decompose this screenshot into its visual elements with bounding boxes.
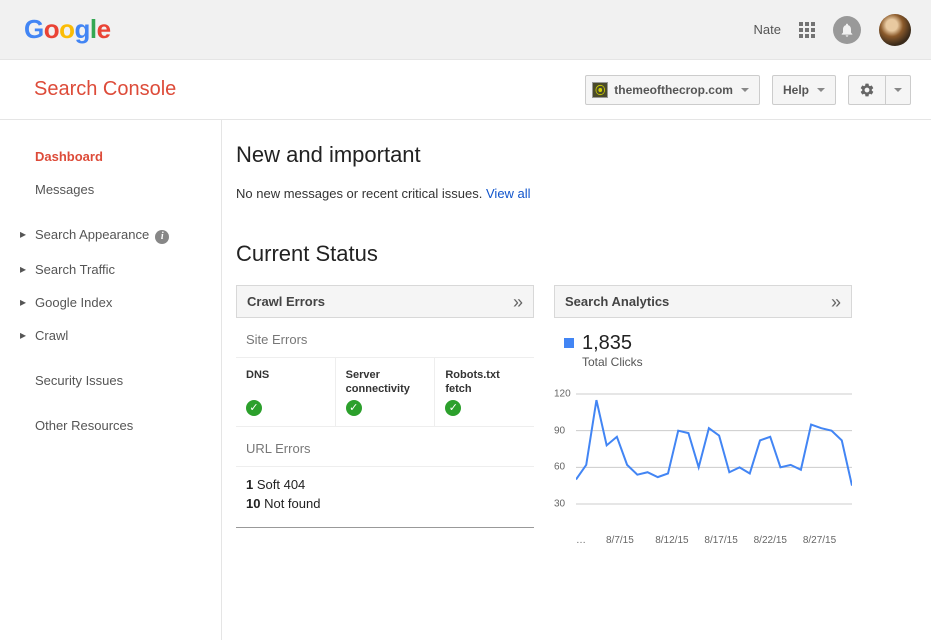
property-label: themeofthecrop.com <box>614 83 733 97</box>
gear-icon <box>859 82 875 98</box>
chart-x-tick: 8/22/15 <box>754 535 803 546</box>
crawl-errors-panel: Crawl Errors » Site Errors DNS ✓ Server … <box>236 285 534 546</box>
sidebar-item-label: Messages <box>35 182 94 197</box>
view-all-link[interactable]: View all <box>486 186 531 201</box>
sidebar-item-label: Other Resources <box>35 418 133 433</box>
settings-button[interactable] <box>848 75 885 105</box>
series-color-swatch <box>564 338 574 348</box>
success-icon: ✓ <box>445 400 461 416</box>
sidebar-item-search-appearance[interactable]: Search Appearance i <box>20 218 221 253</box>
info-icon[interactable]: i <box>155 230 169 244</box>
chart-x-tick: 8/27/15 <box>803 535 852 546</box>
google-header: Google Nate <box>0 0 931 60</box>
site-errors-row: DNS ✓ Server connectivity ✓ Robots.txt f… <box>236 358 534 427</box>
panel-title: Crawl Errors <box>247 294 325 309</box>
url-error-row[interactable]: 10 Not found <box>246 494 524 513</box>
sidebar-item-label: Crawl <box>35 328 68 343</box>
no-messages-text: No new messages or recent critical issue… <box>236 186 482 201</box>
product-header: Search Console ⦿ themeofthecrop.com Help <box>0 60 931 120</box>
sidebar-item-dashboard[interactable]: Dashboard <box>20 140 221 173</box>
current-status-heading: Current Status <box>236 241 901 267</box>
chevron-down-icon <box>894 88 902 92</box>
chart-y-tick: 90 <box>554 425 565 436</box>
panel-title: Search Analytics <box>565 294 669 309</box>
new-important-heading: New and important <box>236 142 901 168</box>
sidebar-item-label: Dashboard <box>35 149 103 164</box>
success-icon: ✓ <box>346 400 362 416</box>
help-label: Help <box>783 83 809 97</box>
chart-x-axis: …8/7/158/12/158/17/158/22/158/27/15 <box>554 535 852 546</box>
chart-x-tick: 8/7/15 <box>606 535 655 546</box>
expand-icon[interactable]: » <box>831 295 841 309</box>
sidebar-item-crawl[interactable]: Crawl <box>20 319 221 352</box>
notifications-icon[interactable] <box>833 16 861 44</box>
url-error-row[interactable]: 1 Soft 404 <box>246 475 524 494</box>
chart-x-tick: 8/17/15 <box>704 535 753 546</box>
url-errors-heading: URL Errors <box>236 427 534 467</box>
site-error-cell-robots: Robots.txt fetch ✓ <box>435 358 534 426</box>
messages-summary: No new messages or recent critical issue… <box>236 186 901 201</box>
chart-x-tick: 8/12/15 <box>655 535 704 546</box>
property-favicon: ⦿ <box>592 82 608 98</box>
apps-icon[interactable] <box>799 22 815 38</box>
avatar[interactable] <box>879 14 911 46</box>
chart-x-tick: … <box>576 535 606 546</box>
search-analytics-panel: Search Analytics » 1,835 Total Clicks 30… <box>554 285 852 546</box>
sidebar-item-label: Search Traffic <box>35 262 115 277</box>
chart-y-tick: 60 <box>554 462 565 473</box>
expand-icon[interactable]: » <box>513 295 523 309</box>
settings-dropdown-button[interactable] <box>885 75 911 105</box>
clicks-chart: 30 60 90 120 <box>554 389 852 529</box>
metric-label: Total Clicks <box>582 355 643 369</box>
sidebar: DashboardMessagesSearch AppearanceiSearc… <box>0 120 222 640</box>
site-errors-heading: Site Errors <box>236 318 534 358</box>
sidebar-item-label: Search Appearance <box>35 227 149 242</box>
chart-y-tick: 30 <box>554 499 565 510</box>
chart-y-tick: 120 <box>554 389 571 400</box>
property-selector[interactable]: ⦿ themeofthecrop.com <box>585 75 760 105</box>
site-error-cell-dns: DNS ✓ <box>236 358 336 426</box>
sidebar-item-search-traffic[interactable]: Search Traffic <box>20 253 221 286</box>
sidebar-item-other-resources[interactable]: Other Resources <box>20 409 221 442</box>
sidebar-item-messages[interactable]: Messages <box>20 173 221 206</box>
chevron-down-icon <box>741 88 749 92</box>
sidebar-item-label: Security Issues <box>35 373 123 388</box>
sidebar-item-label: Google Index <box>35 295 112 310</box>
site-error-cell-connectivity: Server connectivity ✓ <box>336 358 436 426</box>
main-content: New and important No new messages or rec… <box>222 120 931 640</box>
help-button[interactable]: Help <box>772 75 836 105</box>
chevron-down-icon <box>817 88 825 92</box>
google-logo[interactable]: Google <box>24 14 111 45</box>
sidebar-item-security-issues[interactable]: Security Issues <box>20 364 221 397</box>
user-name[interactable]: Nate <box>754 22 781 37</box>
url-errors-list: 1 Soft 40410 Not found <box>236 467 534 528</box>
success-icon: ✓ <box>246 400 262 416</box>
total-clicks-metric: 1,835 Total Clicks <box>554 332 852 369</box>
sidebar-item-google-index[interactable]: Google Index <box>20 286 221 319</box>
product-name: Search Console <box>34 78 176 101</box>
metric-value: 1,835 <box>582 332 643 355</box>
